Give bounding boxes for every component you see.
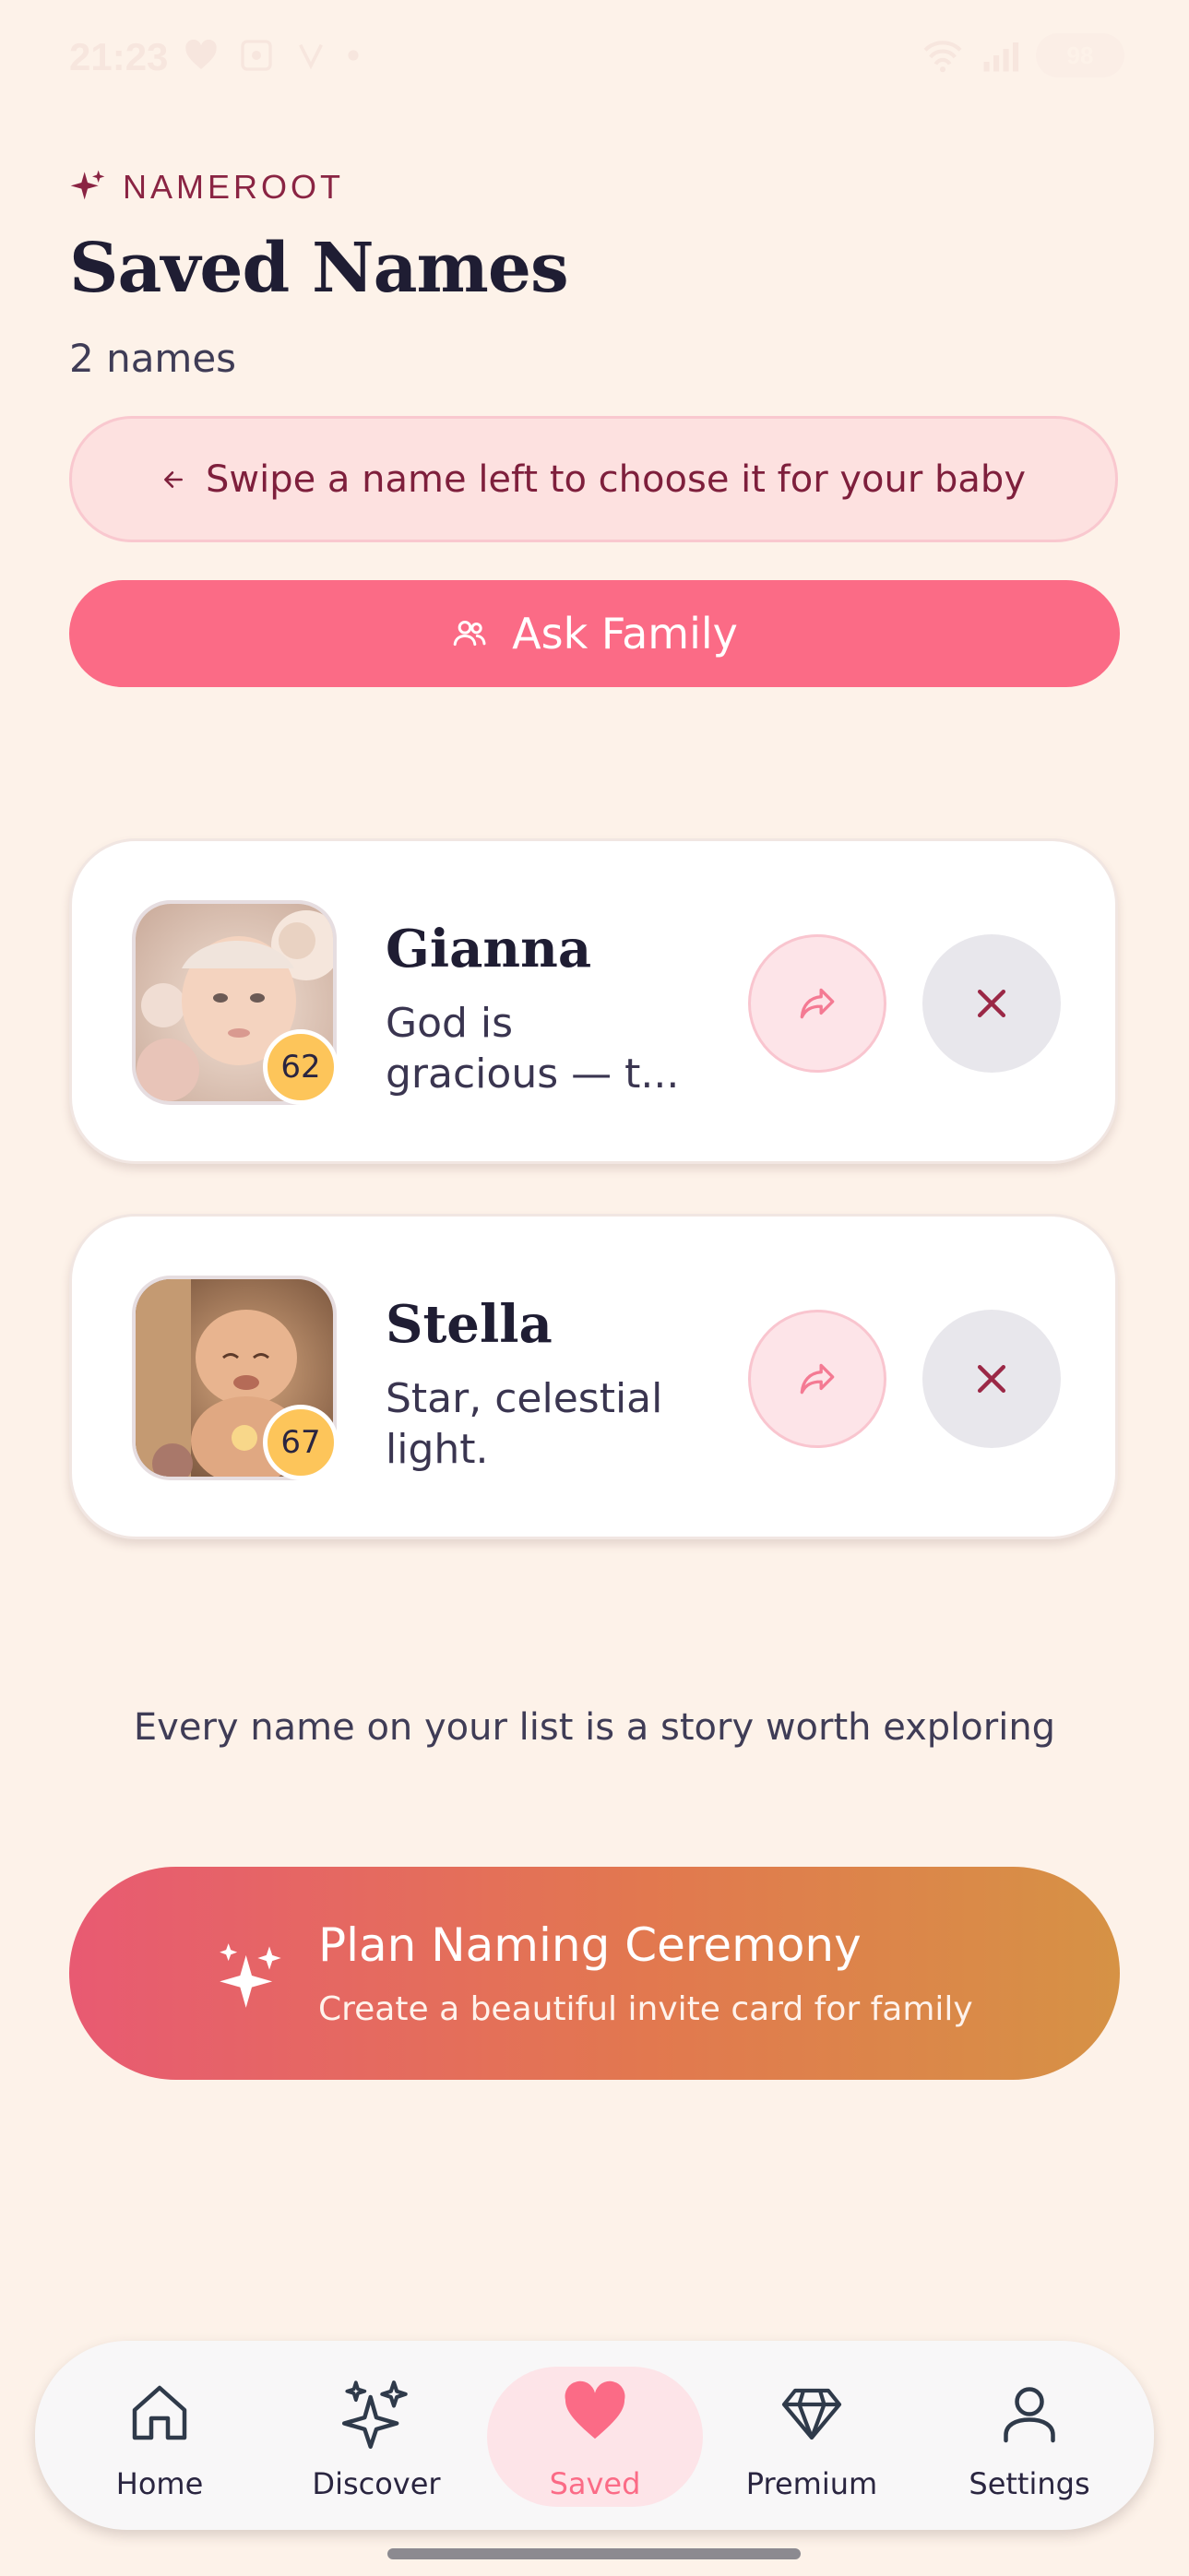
ask-family-label: Ask Family xyxy=(512,609,738,659)
signal-icon xyxy=(983,42,1019,72)
score-badge: 67 xyxy=(263,1405,339,1480)
wifi-icon xyxy=(923,41,962,73)
heart-icon xyxy=(565,2380,625,2439)
dot-status-icon xyxy=(348,50,359,61)
sparkles-icon xyxy=(220,1943,281,2008)
status-bar: 21:23 98 xyxy=(0,0,1189,111)
battery-indicator: 98 xyxy=(1036,33,1124,77)
status-time: 21:23 xyxy=(69,35,169,78)
nav-label-saved: Saved xyxy=(549,2466,641,2501)
swipe-hint-banner: Swipe a name left to choose it for your … xyxy=(69,416,1118,542)
nav-item-saved[interactable]: Saved xyxy=(489,2341,701,2530)
diamond-icon xyxy=(781,2388,842,2440)
remove-button[interactable] xyxy=(922,1310,1061,1448)
plan-ceremony-button[interactable]: Plan Naming Ceremony Create a beautiful … xyxy=(69,1867,1120,2080)
score-badge: 62 xyxy=(263,1029,339,1105)
close-icon xyxy=(977,989,1006,1018)
brand: NAMEROOT xyxy=(69,168,344,207)
sparkles-icon xyxy=(341,2380,408,2450)
brand-name: NAMEROOT xyxy=(123,168,345,206)
name-title: Stella xyxy=(386,1294,553,1355)
app-status-icon xyxy=(299,43,323,70)
nav-item-premium[interactable]: Premium xyxy=(706,2341,918,2530)
heart-status-icon xyxy=(185,40,217,69)
nav-label-discover: Discover xyxy=(312,2466,441,2501)
ask-family-button[interactable]: Ask Family xyxy=(69,580,1120,687)
saved-name-card[interactable]: 62 Gianna God is gracious — t... xyxy=(69,838,1118,1164)
ceremony-subtitle: Create a beautiful invite card for famil… xyxy=(318,1990,973,2028)
name-meaning: Star, celestial light. xyxy=(386,1375,663,1473)
nav-item-settings[interactable]: Settings xyxy=(923,2341,1135,2530)
person-icon xyxy=(1004,2387,1055,2443)
name-meaning: God is gracious — t... xyxy=(386,1000,680,1098)
users-icon xyxy=(453,621,486,647)
screenshot-status-icon xyxy=(241,40,272,71)
bottom-nav: Home Discover Saved Premium Settings xyxy=(35,2341,1154,2530)
story-caption: Every name on your list is a story worth… xyxy=(133,1706,1056,1749)
nav-label-premium: Premium xyxy=(745,2466,878,2501)
saved-name-card[interactable]: 67 Stella Star, celestial light. xyxy=(69,1214,1118,1539)
ceremony-title: Plan Naming Ceremony xyxy=(318,1918,862,1972)
remove-button[interactable] xyxy=(922,934,1061,1073)
home-icon xyxy=(132,2385,187,2440)
share-button[interactable] xyxy=(748,1310,886,1448)
sparkle-logo-icon xyxy=(70,170,105,200)
saved-count: 2 names xyxy=(69,336,237,381)
nav-item-discover[interactable]: Discover xyxy=(270,2341,482,2530)
share-icon xyxy=(800,1363,835,1395)
nav-label-settings: Settings xyxy=(969,2466,1090,2501)
share-icon xyxy=(800,988,835,1019)
nav-item-home[interactable]: Home xyxy=(54,2341,266,2530)
nav-label-home: Home xyxy=(115,2466,204,2501)
close-icon xyxy=(977,1364,1006,1394)
status-right: 98 xyxy=(921,33,1124,77)
home-indicator[interactable] xyxy=(387,2548,801,2559)
swipe-hint-text: Swipe a name left to choose it for your … xyxy=(206,457,1026,501)
arrow-left-icon xyxy=(164,470,183,488)
share-button[interactable] xyxy=(748,934,886,1073)
name-title: Gianna xyxy=(386,919,592,979)
page-title: Saved Names xyxy=(69,229,569,308)
status-notification-icons xyxy=(184,37,360,74)
